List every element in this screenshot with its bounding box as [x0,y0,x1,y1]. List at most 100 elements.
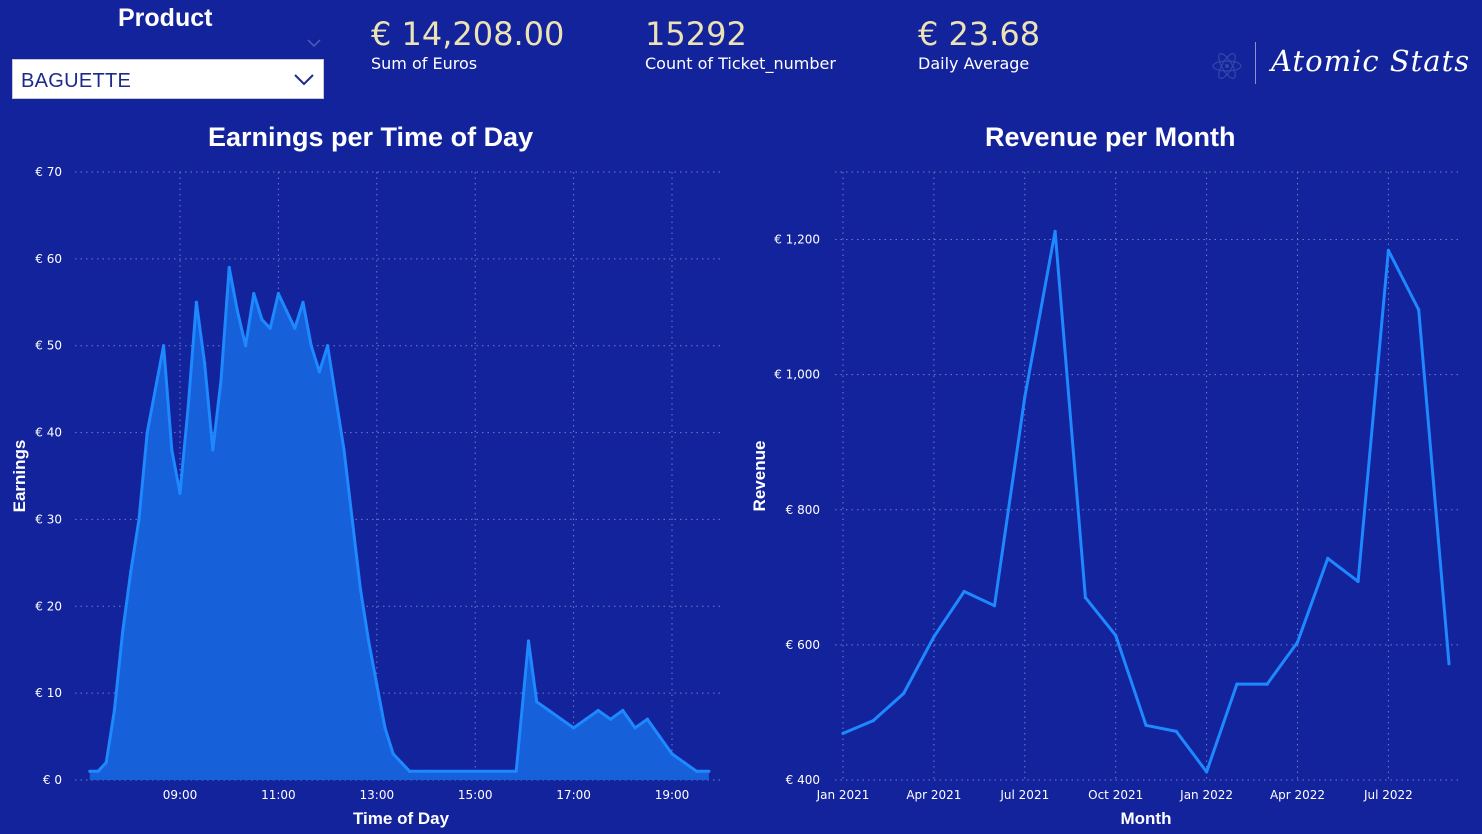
earnings-point [535,700,539,704]
x-tick-label: 11:00 [261,788,296,802]
earnings-point [670,752,674,756]
earnings-point [658,735,662,739]
x-axis-label: Time of Day [353,809,450,828]
earnings-point [244,344,248,348]
earnings-point [301,300,305,304]
x-tick-label: Apr 2021 [906,788,961,802]
earnings-point [514,769,518,773]
revenue-line [842,229,1451,774]
x-tick-label: 15:00 [458,788,493,802]
earnings-point [88,769,92,773]
revenue-point [1295,640,1300,644]
earnings-point [96,769,100,773]
earnings-point [358,587,362,591]
y-tick-label: € 1,200 [774,233,820,247]
y-tick-label: € 0 [43,773,62,787]
y-tick-label: € 10 [35,686,62,700]
y-tick-label: € 600 [786,638,820,652]
earnings-point [104,761,108,765]
earnings-point [526,639,531,643]
earnings-point [211,448,215,452]
earnings-point [559,717,563,721]
earnings-point [383,726,387,730]
revenue-point [932,635,936,639]
revenue-point [1386,248,1390,252]
x-tick-label: 09:00 [163,788,198,802]
earnings-point [326,344,330,348]
earnings-point [391,752,395,756]
earnings-point [186,404,190,409]
earnings-point [596,708,600,713]
y-tick-label: € 400 [786,773,820,787]
y-axis-label: Revenue [750,441,769,512]
earnings-point [572,726,576,730]
earnings-point [645,717,650,721]
earnings-point [424,769,428,773]
earnings-point [276,292,280,296]
x-tick-label: 13:00 [360,788,395,802]
revenue-point [1053,229,1057,233]
x-tick-label: 17:00 [556,788,591,802]
earnings-point [707,769,711,773]
revenue-point [1356,579,1360,584]
earnings-point [334,396,338,400]
revenue-point [1144,723,1148,727]
earnings-point [170,448,174,452]
revenue-point [1326,556,1330,561]
x-tick-label: Jul 2021 [999,788,1049,802]
revenue-point [1447,662,1451,666]
earnings-point [260,318,264,322]
earnings-point [121,630,125,634]
earnings-point [367,639,371,643]
earnings-point [633,726,637,730]
earnings-point [252,292,256,296]
y-tick-label: € 1,000 [774,368,820,382]
earnings-point [219,378,223,383]
y-tick-label: € 20 [35,599,62,613]
x-tick-label: Oct 2021 [1088,788,1143,802]
earnings-point [203,361,207,365]
earnings-point [317,370,321,374]
revenue-point [1205,770,1209,774]
earnings-point [342,448,346,452]
y-tick-label: € 50 [35,339,62,353]
revenue-point [1174,729,1178,734]
earnings-point [608,717,613,721]
y-tick-label: € 60 [35,252,62,266]
earnings-point [695,769,699,773]
y-tick-label: € 70 [35,165,62,179]
earnings-point [227,265,231,270]
revenue-point [1265,682,1269,686]
y-tick-label: € 40 [35,426,62,440]
charts-canvas: € 0 € 10 € 20 € 30 € 40 € 50 € 60 € 70 09:00 11:0… [10,165,1462,828]
earnings-point [137,517,141,522]
x-axis-label: Month [1121,809,1172,828]
earnings-point [268,326,272,330]
earnings-point [621,708,625,713]
revenue-point [992,604,997,608]
revenue-point [1023,395,1027,399]
x-tick-label: Jan 2022 [1179,788,1233,802]
earnings-point [547,708,551,713]
earnings-point [309,344,313,348]
y-tick-label: € 30 [35,512,62,526]
revenue-point [1114,633,1118,638]
revenue-point [871,719,875,723]
revenue-point [902,691,906,696]
earnings-point [178,491,182,495]
earnings-point [285,309,289,313]
earnings-point [293,326,297,330]
revenue-point [1417,308,1421,312]
earnings-point [408,769,412,773]
earnings-point [375,682,379,687]
earnings-point [194,300,198,304]
revenue-point [841,731,845,736]
earnings-point [350,517,354,522]
x-tick-label: Jul 2022 [1363,788,1413,802]
earnings-area [89,267,709,780]
x-tick-label: Apr 2022 [1270,788,1325,802]
y-tick-label: € 800 [786,503,820,517]
earnings-point [682,761,686,765]
revenue-point [1083,596,1087,600]
revenue-point [962,589,966,594]
